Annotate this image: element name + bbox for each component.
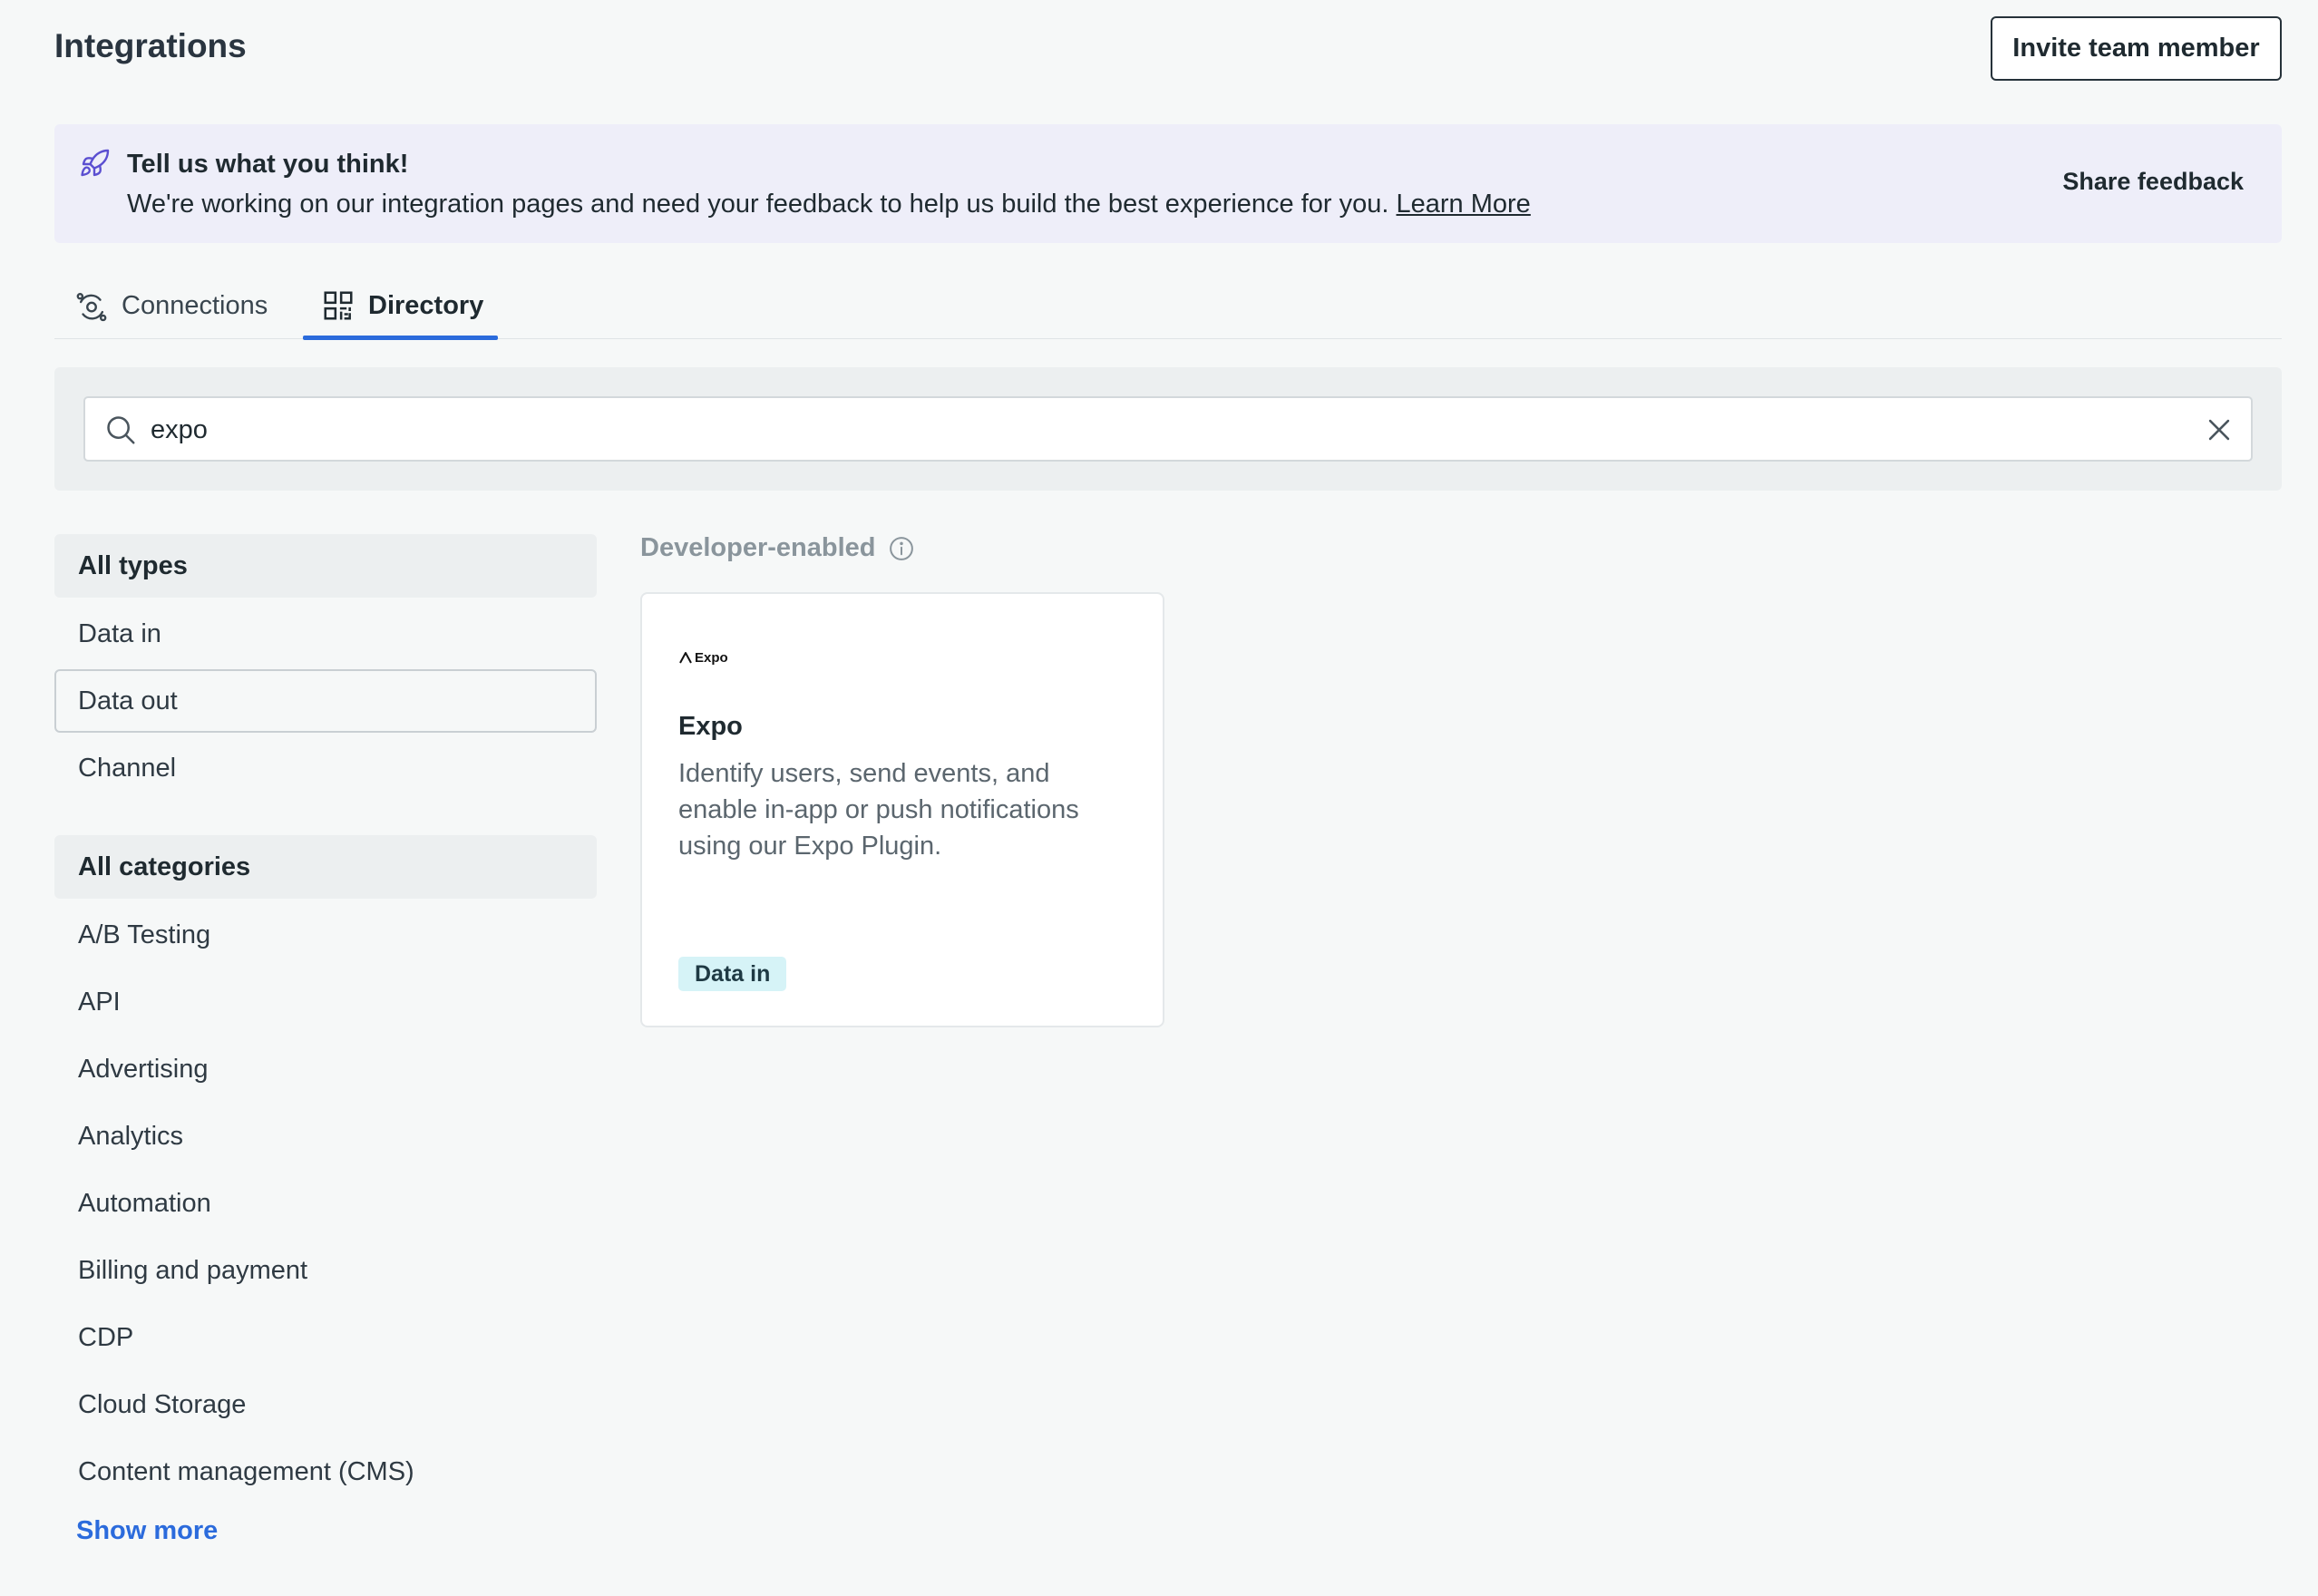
expo-logo-text: Expo bbox=[695, 649, 728, 666]
tab-directory[interactable]: Directory bbox=[302, 272, 499, 340]
section-label: Developer-enabled bbox=[640, 533, 915, 563]
filter-category[interactable]: Analytics bbox=[54, 1105, 597, 1168]
filter-type-data-in[interactable]: Data in bbox=[54, 602, 597, 666]
filter-category[interactable]: API bbox=[54, 970, 597, 1034]
filter-category[interactable]: Cloud Storage bbox=[54, 1373, 597, 1436]
search-icon bbox=[107, 416, 135, 444]
tab-directory-label: Directory bbox=[368, 290, 484, 320]
section-label-text: Developer-enabled bbox=[640, 533, 876, 562]
learn-more-link[interactable]: Learn More bbox=[1397, 190, 1531, 219]
expo-logo-icon bbox=[679, 652, 692, 664]
filter-category[interactable]: Content management (CMS) bbox=[54, 1440, 597, 1504]
integrations-page: Integrations Invite team member Tell us … bbox=[0, 0, 2318, 1596]
tab-connections-label: Connections bbox=[122, 290, 268, 320]
info-icon[interactable] bbox=[888, 535, 915, 562]
filter-category[interactable]: Advertising bbox=[54, 1037, 597, 1101]
tab-bar: Connections Directory bbox=[54, 272, 2282, 340]
integration-card-expo[interactable]: Expo Expo Identify users, send events, a… bbox=[640, 592, 1164, 1027]
feedback-banner: Tell us what you think! We're working on… bbox=[54, 124, 2282, 243]
tab-connections[interactable]: Connections bbox=[74, 272, 268, 339]
grid-qr-icon bbox=[324, 291, 353, 320]
filter-all-categories[interactable]: All categories bbox=[54, 835, 597, 899]
search-panel bbox=[54, 367, 2282, 491]
share-feedback-button[interactable]: Share feedback bbox=[2062, 168, 2244, 196]
card-type-badge: Data in bbox=[678, 957, 787, 991]
invite-team-member-button[interactable]: Invite team member bbox=[1991, 16, 2282, 81]
rocket-icon bbox=[81, 149, 110, 177]
filter-all-types[interactable]: All types bbox=[54, 534, 597, 598]
connections-icon bbox=[76, 292, 107, 322]
card-title: Expo bbox=[678, 712, 743, 741]
search-box bbox=[83, 396, 2253, 462]
filter-category[interactable]: Automation bbox=[54, 1172, 597, 1235]
close-icon[interactable] bbox=[2204, 414, 2235, 445]
show-more-link[interactable]: Show more bbox=[76, 1516, 218, 1546]
filter-type-data-out[interactable]: Data out bbox=[54, 669, 597, 733]
filter-category[interactable]: A/B Testing bbox=[54, 903, 597, 967]
filter-category[interactable]: Billing and payment bbox=[54, 1239, 597, 1302]
filter-type-channel[interactable]: Channel bbox=[54, 736, 597, 800]
banner-title: Tell us what you think! bbox=[127, 150, 409, 179]
expo-logo: Expo bbox=[678, 644, 728, 671]
banner-text: We're working on our integration pages a… bbox=[127, 190, 1531, 219]
page-title: Integrations bbox=[54, 27, 247, 64]
card-description: Identify users, send events, and enable … bbox=[678, 759, 1079, 861]
search-input[interactable] bbox=[151, 407, 2146, 453]
banner-message: We're working on our integration pages a… bbox=[127, 190, 1389, 219]
filter-category[interactable]: CDP bbox=[54, 1306, 597, 1369]
